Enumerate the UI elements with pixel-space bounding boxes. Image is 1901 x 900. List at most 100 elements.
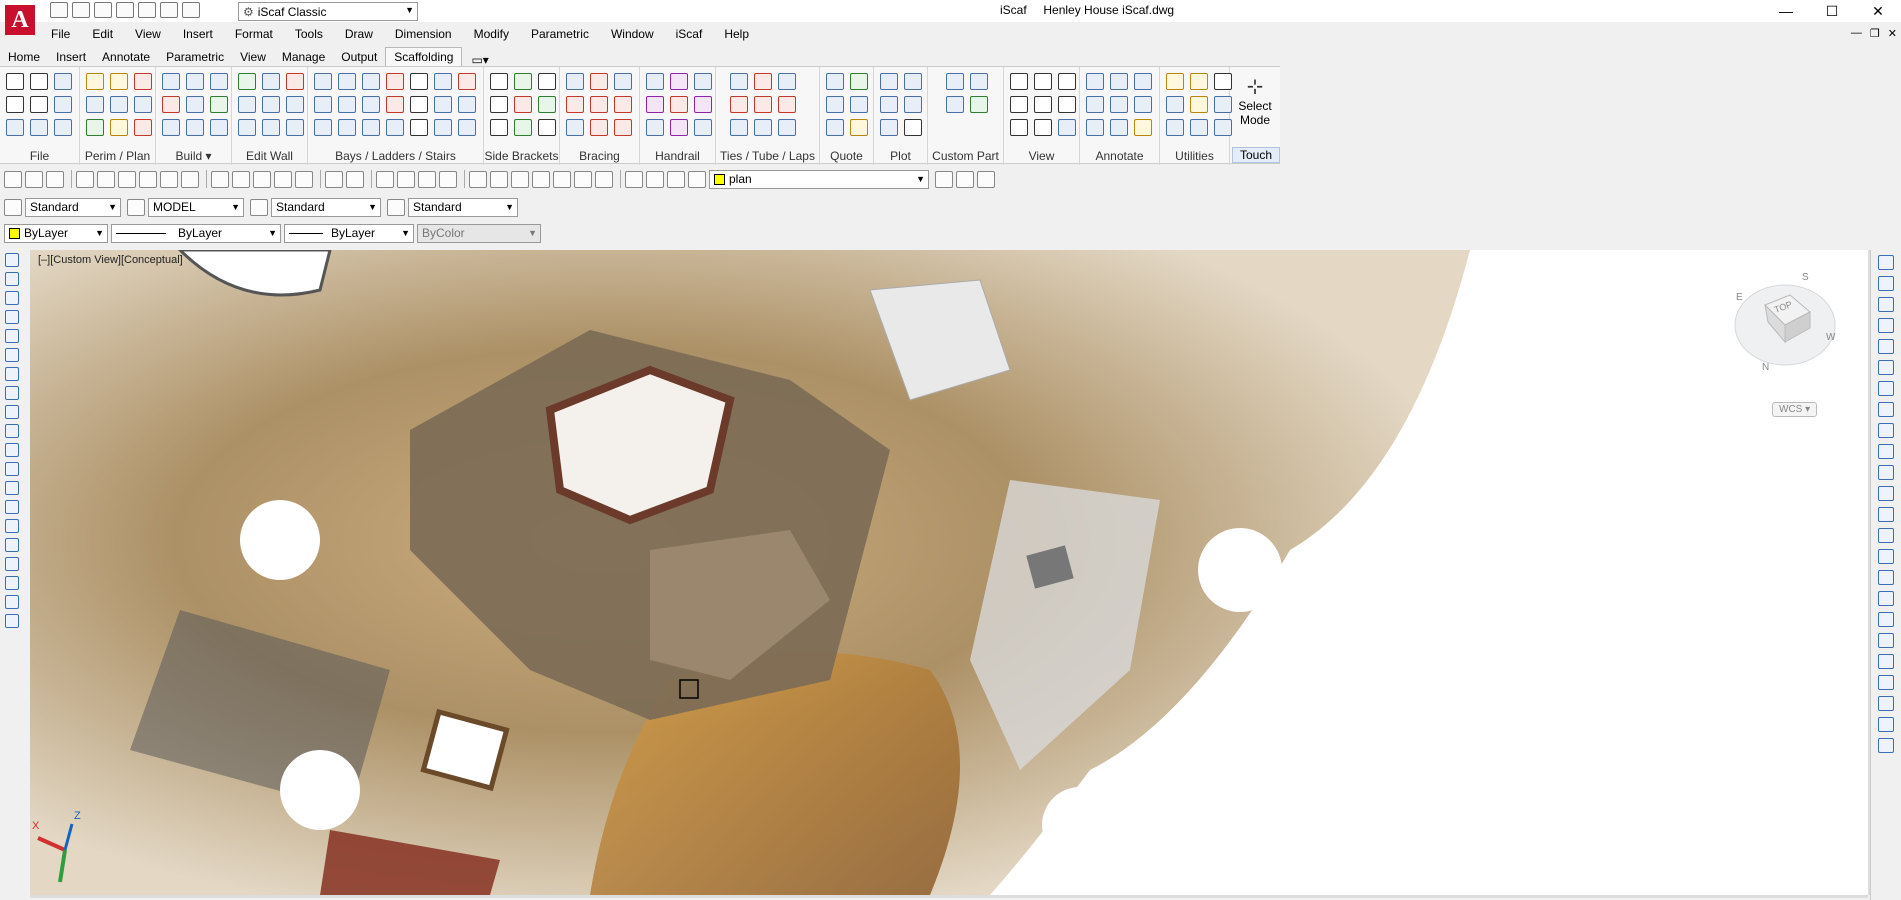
hatch-to-back-icon[interactable] [1878,738,1894,753]
grid-icon[interactable] [6,119,24,136]
ribbon-toggle-icon[interactable]: ▭▾ [468,53,491,67]
rotate-icon[interactable] [1878,381,1894,396]
line-icon[interactable] [5,253,19,267]
brush-icon[interactable] [1190,73,1208,90]
sun-icon[interactable] [667,170,685,188]
view-back-icon[interactable] [1058,96,1076,113]
zoom-realtime-icon[interactable] [397,170,415,188]
quote-icon[interactable] [826,73,844,90]
bracket-end-icon[interactable] [538,119,556,136]
sheet-set-icon[interactable] [532,170,550,188]
minimize-icon[interactable]: — [1763,0,1809,22]
dimension-icon[interactable] [1134,73,1152,90]
leader-icon[interactable] [1110,73,1128,90]
layer-dropdown[interactable]: plan ▼ [709,169,929,189]
view-3d-icon[interactable] [1058,73,1076,90]
wall-move-icon[interactable] [262,119,280,136]
add-selected-icon[interactable] [5,614,19,628]
undo-icon[interactable] [160,2,178,18]
stair-icon[interactable] [434,73,452,90]
polygon-icon[interactable] [5,310,19,324]
hatch-icon[interactable] [5,519,19,533]
view-left-icon[interactable] [1010,119,1028,136]
dim-icon[interactable] [127,198,145,216]
brace-remove-icon[interactable] [614,119,632,136]
table-style-dropdown[interactable]: Standard ▼ [408,197,518,217]
table-style-icon[interactable] [250,198,268,216]
break-at-point-icon[interactable] [1878,486,1894,501]
tab-scaffolding[interactable]: Scaffolding [385,47,463,67]
multileader-style-icon[interactable] [387,198,405,216]
text-style-icon[interactable] [4,198,22,216]
stretch-icon[interactable] [1878,423,1894,438]
plan-icon[interactable] [110,73,128,90]
redo-icon[interactable] [346,170,364,188]
close-icon[interactable]: ✕ [1855,0,1901,22]
view-side-icon[interactable] [1034,96,1052,113]
dim-style-dropdown[interactable]: Standard ▼ [271,197,381,217]
workspace-dropdown[interactable]: ⚙ iScaf Classic ▼ [238,2,418,21]
draw-order-back-icon[interactable] [1878,654,1894,669]
maximize-icon[interactable]: ☐ [1809,0,1855,22]
open-icon[interactable] [25,170,43,188]
lap-icon[interactable] [754,119,772,136]
lock-icon[interactable] [688,170,706,188]
offset-icon[interactable] [86,119,104,136]
save-icon[interactable] [6,96,24,113]
bracket-fill-icon[interactable] [514,119,532,136]
layer-state-icon[interactable] [977,170,995,188]
layer-previous-icon[interactable] [956,170,974,188]
table-icon[interactable] [5,576,19,590]
quote-copy-icon[interactable] [850,96,868,113]
zoom-window-icon[interactable] [418,170,436,188]
menu-format[interactable]: Format [224,25,284,45]
custom-part-add-icon[interactable] [946,96,964,113]
menu-view[interactable]: View [124,25,172,45]
handrail-right-icon[interactable] [694,96,712,113]
linetype-dropdown[interactable]: ByLayer ▼ [111,223,281,243]
erase-icon[interactable] [134,119,152,136]
text-icon[interactable] [1086,73,1104,90]
color-dropdown[interactable]: ByLayer ▼ [4,223,108,243]
3d-print-icon[interactable] [139,170,157,188]
blocks-icon[interactable] [54,119,72,136]
tab-parametric[interactable]: Parametric [158,48,232,67]
make-current-layer-icon[interactable] [935,170,953,188]
print-icon[interactable] [76,170,94,188]
make-block-icon[interactable] [5,481,19,495]
tab-insert[interactable]: Insert [48,48,94,67]
rectangle-icon[interactable] [5,329,19,343]
zoom-previous-icon[interactable] [439,170,457,188]
lift-icon[interactable] [162,119,180,136]
edit-wall-icon[interactable] [238,73,256,90]
erase-icon[interactable] [1878,255,1894,270]
menu-tools[interactable]: Tools [284,25,334,45]
blend-icon[interactable] [1878,591,1894,606]
link-icon[interactable] [162,96,180,113]
wcs-menu[interactable]: WCS ▾ [1772,402,1818,417]
tie-left-icon[interactable] [730,96,748,113]
calculator-icon[interactable] [1166,119,1184,136]
help-icon[interactable] [595,170,613,188]
text-to-front-icon[interactable] [1878,717,1894,732]
menu-help[interactable]: Help [713,25,760,45]
tab-view[interactable]: View [232,48,274,67]
markup-icon[interactable] [553,170,571,188]
menu-parametric[interactable]: Parametric [520,25,600,45]
construction-line-icon[interactable] [5,272,19,286]
open-file-icon[interactable] [72,2,90,18]
bracket-side-icon[interactable] [490,96,508,113]
menu-edit[interactable]: Edit [81,25,124,45]
menu-draw[interactable]: Draw [334,25,384,45]
layer-properties-icon[interactable] [625,170,643,188]
wall-bays-icon[interactable] [238,96,256,113]
explode-icon[interactable] [1878,612,1894,627]
save-icon[interactable] [94,2,112,18]
viewport-controls-label[interactable]: [–][Custom View][Conceptual] [38,254,183,266]
plot-icon[interactable] [880,73,898,90]
ellipse-arc-icon[interactable] [5,443,19,457]
chamfer-icon[interactable] [1878,549,1894,564]
polyline-icon[interactable] [5,291,19,305]
application-menu-button[interactable]: A [0,0,40,40]
viewcube[interactable]: TOP S E W N [1730,270,1840,380]
